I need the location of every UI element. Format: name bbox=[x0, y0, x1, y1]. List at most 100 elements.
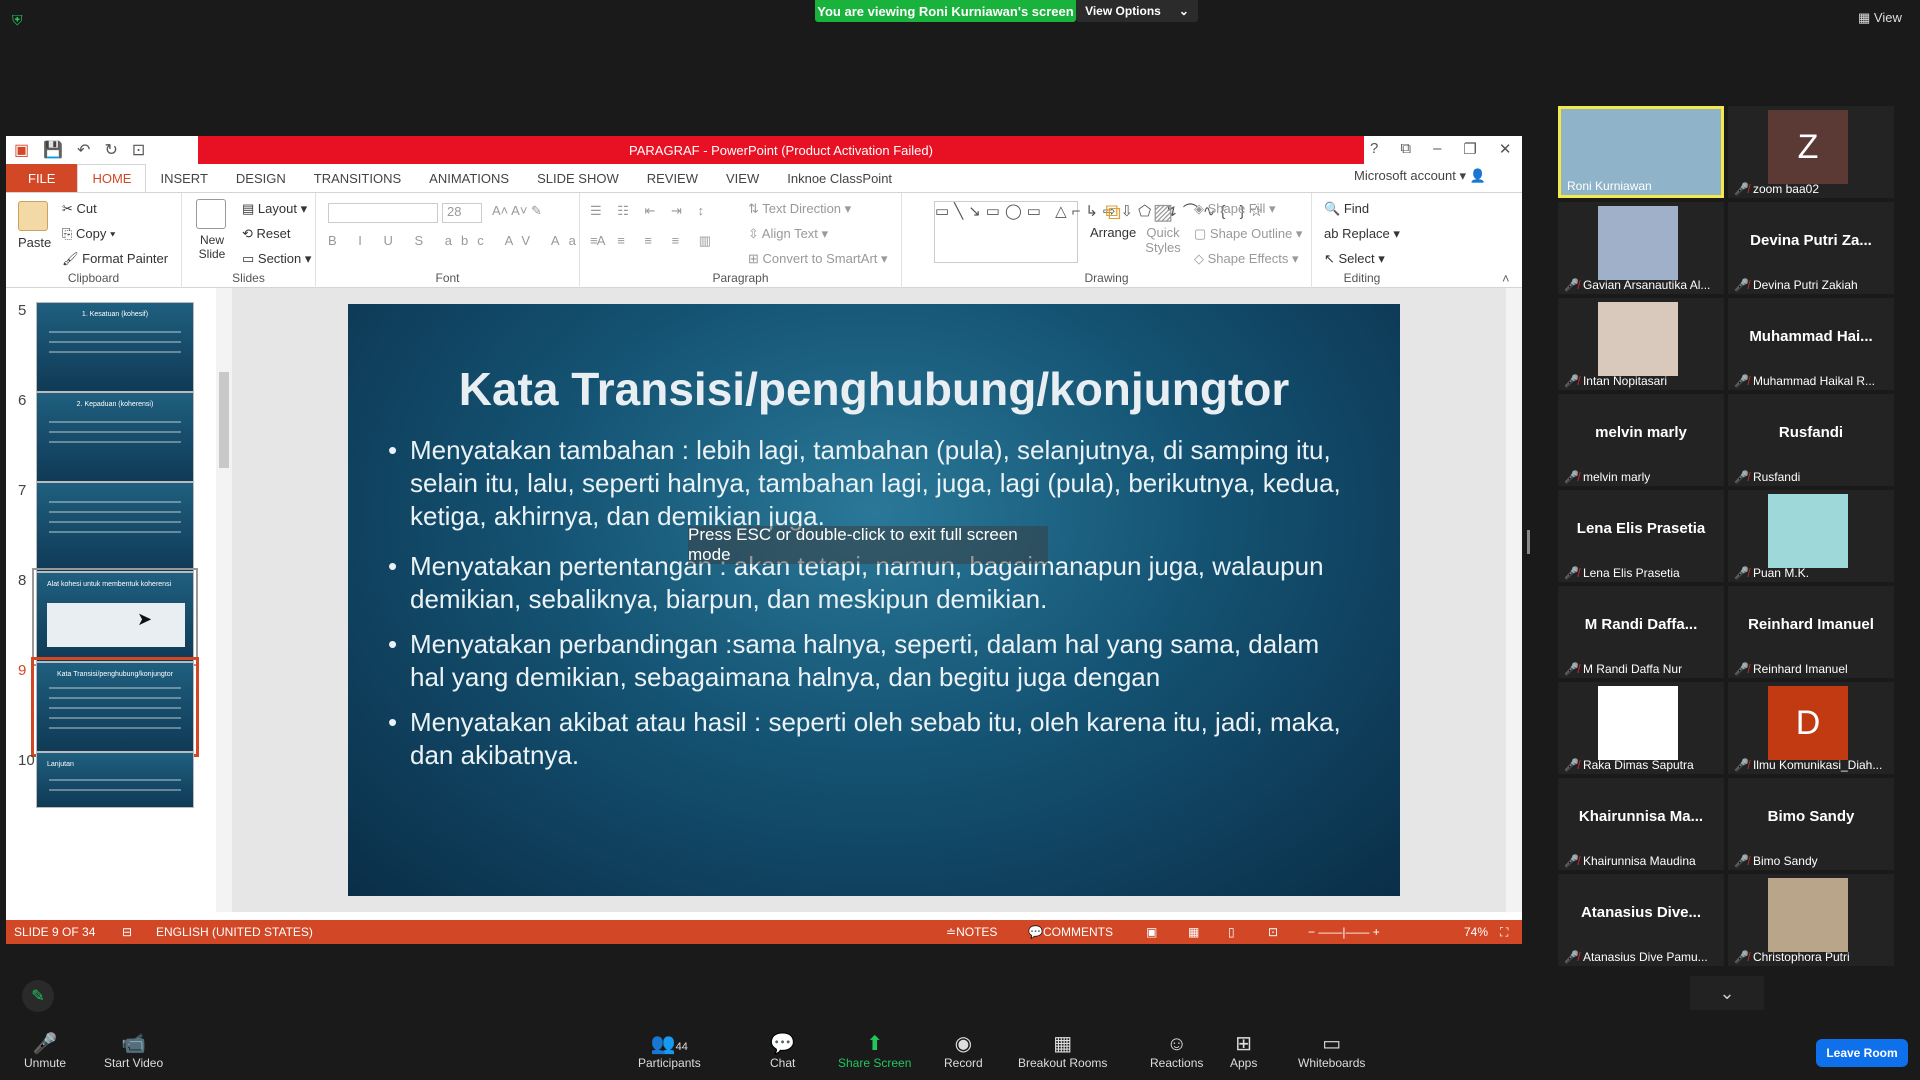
annotate-pencil-icon[interactable]: ✎ bbox=[22, 980, 54, 1012]
slide-canvas[interactable]: Kata Transisi/penghubung/konjungtor • Men… bbox=[348, 304, 1400, 896]
language-indicator[interactable]: ENGLISH (UNITED STATES) bbox=[156, 925, 313, 939]
shape-fill-button[interactable]: ◈ Shape Fill ▾ bbox=[1194, 201, 1276, 217]
tab-file[interactable]: FILE bbox=[6, 164, 78, 192]
cut-button[interactable]: ✂ Cut bbox=[62, 201, 97, 217]
panel-resize-handle[interactable] bbox=[1527, 530, 1530, 554]
toolbar-start-video-button[interactable]: 📹 Start Video bbox=[104, 1032, 163, 1070]
zoom-slider[interactable]: − ——|—— + bbox=[1308, 925, 1380, 939]
participant-tile[interactable]: Rusfandi 🎤̸ Rusfandi bbox=[1728, 394, 1894, 486]
align-text-button[interactable]: ⇳ Align Text ▾ bbox=[748, 226, 828, 242]
notes-button[interactable]: ≐ NOTES bbox=[946, 925, 997, 939]
paste-button[interactable]: Paste bbox=[18, 235, 51, 250]
spellcheck-icon[interactable]: ⊟ bbox=[122, 925, 132, 939]
undo-icon[interactable]: ↶ bbox=[77, 140, 90, 160]
participant-tile[interactable]: Devina Putri Za... 🎤̸ Devina Putri Zakiah bbox=[1728, 202, 1894, 294]
participant-tile[interactable]: 🎤̸ Raka Dimas Saputra bbox=[1558, 682, 1724, 774]
shapes-gallery[interactable]: ▭╲↘▭◯▭ △⌐↳⇨⇩⬠ ↯⌒∿{ }☆ bbox=[934, 201, 1263, 263]
participant-tile[interactable]: Roni Kurniawan bbox=[1558, 106, 1724, 198]
list-indent-icons[interactable]: ☰ ☷ ⇤ ⇥ ↕ bbox=[590, 203, 710, 219]
slide-thumbnail-selected[interactable]: Kata Transisi/penghubung/konjungtor bbox=[31, 657, 199, 757]
participant-tile[interactable]: Atanasius Dive... 🎤̸ Atanasius Dive Pamu..… bbox=[1558, 874, 1724, 966]
leave-room-button[interactable]: Leave Room bbox=[1816, 1039, 1908, 1067]
expand-gallery-button[interactable]: ⌄ bbox=[1690, 976, 1764, 1010]
thumbnail-scrollbar[interactable] bbox=[216, 288, 232, 912]
font-grow-shrink-icons[interactable]: A˄ A˅ ✎ bbox=[492, 203, 542, 219]
toolbar-reactions-button[interactable]: ☺ Reactions bbox=[1150, 1032, 1203, 1070]
tab-view[interactable]: VIEW bbox=[712, 164, 773, 192]
participant-tile[interactable]: Lena Elis Prasetia 🎤̸ Lena Elis Prasetia bbox=[1558, 490, 1724, 582]
alignment-icons[interactable]: ≡ ≡ ≡ ≡ ▥ bbox=[590, 233, 719, 249]
participant-tile[interactable]: Reinhard Imanuel 🎤̸ Reinhard Imanuel bbox=[1728, 586, 1894, 678]
tab-insert[interactable]: INSERT bbox=[146, 164, 221, 192]
participant-tile[interactable]: 🎤̸ Gavian Arsanautika Al... bbox=[1558, 202, 1724, 294]
start-slideshow-icon[interactable]: ⊡ bbox=[132, 140, 145, 160]
reading-view-icon[interactable]: ▯ bbox=[1228, 925, 1235, 939]
format-painter-button[interactable]: 🖌 Format Painter bbox=[62, 251, 168, 267]
help-icon[interactable]: ? bbox=[1370, 140, 1378, 158]
slide-thumbnail[interactable]: 2. Kepaduan (koherensi) bbox=[36, 392, 194, 482]
restore-icon[interactable]: ❐ bbox=[1463, 140, 1476, 158]
layout-button[interactable]: ▤ Layout ▾ bbox=[242, 201, 307, 217]
shape-effects-button[interactable]: ◇ Shape Effects ▾ bbox=[1194, 251, 1298, 267]
replace-button[interactable]: ab Replace ▾ bbox=[1324, 226, 1400, 242]
close-icon[interactable]: ✕ bbox=[1499, 140, 1512, 158]
slide-thumbnail[interactable]: Lanjutan bbox=[36, 752, 194, 808]
font-name-select[interactable] bbox=[328, 203, 438, 223]
save-icon[interactable]: 💾 bbox=[43, 140, 63, 160]
security-shield-icon[interactable]: ⛨ bbox=[12, 12, 28, 28]
view-button[interactable]: ▦ View bbox=[1858, 10, 1902, 26]
zoom-level[interactable]: 74% bbox=[1464, 925, 1488, 939]
toolbar-participants-button[interactable]: 👥44 Participants bbox=[638, 1032, 701, 1070]
tab-animations[interactable]: ANIMATIONS bbox=[415, 164, 523, 192]
reset-button[interactable]: ⟲ Reset bbox=[242, 226, 290, 242]
toolbar-breakout-rooms-button[interactable]: ▦ Breakout Rooms bbox=[1018, 1032, 1107, 1070]
fit-slide-icon[interactable]: ⛶ bbox=[1500, 925, 1508, 940]
tab-review[interactable]: REVIEW bbox=[633, 164, 712, 192]
tab-slide-show[interactable]: SLIDE SHOW bbox=[523, 164, 633, 192]
tab-transitions[interactable]: TRANSITIONS bbox=[300, 164, 415, 192]
participant-tile[interactable]: 🎤̸ Puan M.K. bbox=[1728, 490, 1894, 582]
redo-icon[interactable]: ↻ bbox=[104, 140, 117, 160]
comments-button[interactable]: 💬 COMMENTS bbox=[1028, 925, 1113, 939]
new-slide-button[interactable]: New Slide bbox=[192, 233, 232, 261]
toolbar-apps-button[interactable]: ⊞ Apps bbox=[1230, 1032, 1257, 1070]
tab-classpoint[interactable]: Inknoe ClassPoint bbox=[773, 164, 906, 192]
collapse-ribbon-icon[interactable]: ˄ bbox=[1502, 271, 1510, 286]
font-style-icons[interactable]: B I U S abc AV Aa A bbox=[328, 233, 614, 248]
toolbar-unmute-button[interactable]: 🎤 Unmute bbox=[24, 1032, 66, 1070]
slide-thumbnail[interactable] bbox=[36, 482, 194, 572]
minimize-icon[interactable]: – bbox=[1433, 140, 1441, 158]
tab-design[interactable]: DESIGN bbox=[222, 164, 300, 192]
view-options-button[interactable]: View Options ⌄ bbox=[1076, 0, 1198, 22]
toolbar-whiteboards-button[interactable]: ▭ Whiteboards bbox=[1298, 1032, 1365, 1070]
participant-tile[interactable]: 🎤̸ Christophora Putri bbox=[1728, 874, 1894, 966]
participant-tile[interactable]: Z 🎤̸ zoom baa02 bbox=[1728, 106, 1894, 198]
participant-tile[interactable]: M Randi Daffa... 🎤̸ M Randi Daffa Nur bbox=[1558, 586, 1724, 678]
font-size-select[interactable]: 28 bbox=[442, 203, 482, 223]
arrange-button[interactable]: ⧉ Arrange bbox=[1090, 199, 1136, 240]
microsoft-account-button[interactable]: Microsoft account ▾ 👤 bbox=[1354, 168, 1486, 184]
slide-thumbnail[interactable]: Alat kohesi untuk membentuk koherensi ➤ bbox=[32, 568, 198, 666]
find-button[interactable]: 🔍 Find bbox=[1324, 201, 1369, 217]
section-button[interactable]: ▭ Section ▾ bbox=[242, 251, 311, 267]
slide-scrollbar[interactable] bbox=[1506, 288, 1522, 912]
select-button[interactable]: ↖ Select ▾ bbox=[1324, 251, 1385, 267]
normal-view-icon[interactable]: ▣ bbox=[1146, 925, 1157, 939]
text-direction-button[interactable]: ⇅ Text Direction ▾ bbox=[748, 201, 851, 217]
toolbar-record-button[interactable]: ◉ Record bbox=[944, 1032, 983, 1070]
participant-tile[interactable]: melvin marly 🎤̸ melvin marly bbox=[1558, 394, 1724, 486]
quick-styles-button[interactable]: ▨ Quick Styles bbox=[1140, 199, 1186, 255]
participant-tile[interactable]: Muhammad Hai... 🎤̸ Muhammad Haikal R... bbox=[1728, 298, 1894, 390]
copy-button[interactable]: ⎘ Copy ▾ bbox=[62, 226, 115, 242]
convert-smartart-button[interactable]: ⊞ Convert to SmartArt ▾ bbox=[748, 251, 888, 267]
scrollbar-thumb[interactable] bbox=[219, 372, 229, 468]
participant-tile[interactable]: 🎤̸ Intan Nopitasari bbox=[1558, 298, 1724, 390]
participant-tile[interactable]: D 🎤̸ Ilmu Komunikasi_Diah... bbox=[1728, 682, 1894, 774]
slideshow-view-icon[interactable]: ⊡ bbox=[1268, 925, 1278, 939]
tab-home[interactable]: HOME bbox=[77, 163, 147, 193]
ribbon-display-icon[interactable]: ⧉ bbox=[1400, 140, 1411, 158]
slide-sorter-icon[interactable]: ▦ bbox=[1188, 925, 1199, 939]
toolbar-chat-button[interactable]: 💬 Chat bbox=[770, 1032, 795, 1070]
slide-thumbnail[interactable]: 1. Kesatuan (kohesif) bbox=[36, 302, 194, 392]
participant-tile[interactable]: Bimo Sandy 🎤̸ Bimo Sandy bbox=[1728, 778, 1894, 870]
